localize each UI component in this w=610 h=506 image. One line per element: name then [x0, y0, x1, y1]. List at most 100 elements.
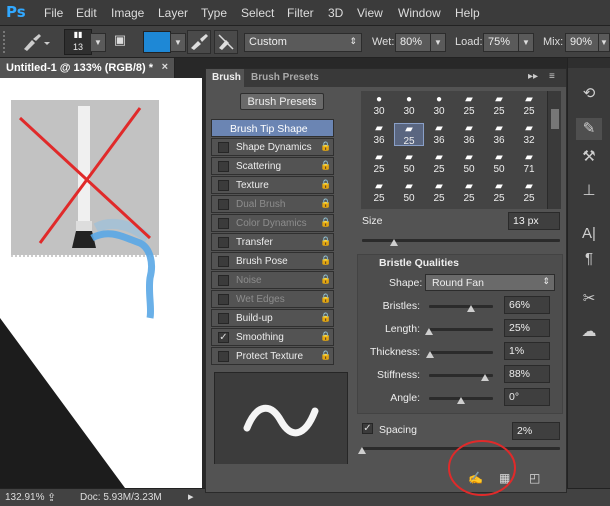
bristle-value-field[interactable]: 25%	[504, 319, 550, 337]
swatch-dropdown-arrow[interactable]: ▼	[170, 33, 186, 52]
clone-source-icon[interactable]: ⊥	[576, 180, 602, 202]
load-dropdown-arrow[interactable]: ▼	[518, 33, 534, 52]
menu-help[interactable]: Help	[455, 6, 480, 20]
brush-setting-scattering[interactable]: 🔒 Scattering	[211, 157, 334, 175]
bristle-slider-track[interactable]	[429, 351, 493, 354]
new-brush-icon[interactable]: ◰	[529, 471, 540, 485]
menu-file[interactable]: File	[44, 6, 63, 20]
brush-tip-cell[interactable]: ▰ 25	[514, 181, 544, 204]
menu-image[interactable]: Image	[111, 6, 144, 20]
menu-filter[interactable]: Filter	[287, 6, 314, 20]
wet-field[interactable]: 80%	[395, 33, 431, 52]
brush-tip-cell[interactable]: ▰ 36	[484, 123, 514, 146]
brush-tip-grid[interactable]: ● 30 ● 30 ● 30 ▰ 25 ▰ 25 ▰ 25 ▰ 36 ▰ 25 ▰ 36 ▰ 36 ▰ 36 ▰ 32 ▰ 25 ▰…	[361, 91, 561, 209]
lock-icon[interactable]: 🔒	[320, 312, 331, 324]
setting-checkbox[interactable]	[218, 218, 229, 229]
brush-tip-cell[interactable]: ▰ 50	[454, 152, 484, 175]
brush-tip-cell[interactable]: ▰ 50	[484, 152, 514, 175]
grid-scrollbar[interactable]	[547, 91, 561, 209]
bristle-slider-track[interactable]	[429, 328, 493, 331]
bristle-slider-thumb[interactable]	[425, 328, 433, 335]
setting-checkbox[interactable]	[218, 313, 229, 324]
mix-dropdown-arrow[interactable]: ▼	[598, 33, 610, 52]
bristle-slider-thumb[interactable]	[467, 305, 476, 312]
history-icon[interactable]: ⟲	[576, 83, 602, 105]
menu-layer[interactable]: Layer	[158, 6, 188, 20]
mixer-brush-tool-icon[interactable]	[20, 31, 50, 53]
brush-setting-dual-brush[interactable]: 🔒 Dual Brush	[211, 195, 334, 213]
mix-preset-select[interactable]: Custom ⇕	[244, 33, 362, 52]
brush-tip-cell[interactable]: ▰ 25	[514, 94, 544, 117]
lock-icon[interactable]: 🔒	[320, 331, 331, 343]
load-field[interactable]: 75%	[483, 33, 519, 52]
tab-brush[interactable]: Brush	[212, 72, 241, 83]
collapse-icon[interactable]: ▸▸	[528, 71, 538, 82]
status-menu-arrow-icon[interactable]: ▸	[188, 490, 194, 503]
brush-tip-cell[interactable]: ▰ 25	[454, 94, 484, 117]
brush-preset-dropdown-arrow[interactable]: ▼	[90, 33, 106, 52]
brush-tip-cell[interactable]: ▰ 71	[514, 152, 544, 175]
brush-tip-cell[interactable]: ▰ 25	[484, 181, 514, 204]
brush-setting-brush-pose[interactable]: 🔒 Brush Pose	[211, 252, 334, 270]
lock-icon[interactable]: 🔒	[320, 293, 331, 305]
setting-checkbox[interactable]: ✓	[218, 332, 229, 343]
bristle-slider-track[interactable]	[429, 305, 493, 308]
toggle-brush-panel-icon[interactable]: ▣	[110, 32, 130, 52]
paragraph-icon[interactable]: ¶	[576, 248, 602, 270]
brush-tip-cell[interactable]: ▰ 25	[424, 181, 454, 204]
brush-tip-cell[interactable]: ● 30	[394, 94, 424, 117]
adjustments-icon[interactable]: ⚒	[576, 146, 602, 168]
lock-icon[interactable]: 🔒	[320, 274, 331, 286]
character-icon[interactable]: A|	[576, 223, 602, 245]
bristle-slider-thumb[interactable]	[425, 351, 434, 358]
brush-tip-cell[interactable]: ▰ 36	[424, 123, 454, 146]
setting-checkbox[interactable]	[218, 161, 229, 172]
setting-checkbox[interactable]	[218, 237, 229, 248]
brush-tip-cell[interactable]: ▰ 25	[424, 152, 454, 175]
brush-tip-cell[interactable]: ● 30	[364, 94, 394, 117]
bristle-slider-thumb[interactable]	[457, 397, 465, 404]
setting-checkbox[interactable]	[218, 275, 229, 286]
load-brush-icon[interactable]	[187, 30, 211, 54]
brush-tip-cell[interactable]: ▰ 25	[394, 123, 424, 147]
document-tab[interactable]: Untitled-1 @ 133% (RGB/8) * ×	[0, 58, 175, 78]
setting-checkbox[interactable]	[218, 142, 229, 153]
lock-icon[interactable]: 🔒	[320, 217, 331, 229]
brush-tip-cell[interactable]: ▰ 50	[394, 181, 424, 204]
brush-setting-wet-edges[interactable]: 🔒 Wet Edges	[211, 290, 334, 308]
shape-select[interactable]: Round Fan ⇕	[425, 274, 555, 291]
panel-menu-icon[interactable]: ≡	[549, 71, 555, 82]
lock-icon[interactable]: 🔒	[320, 255, 331, 267]
size-field[interactable]: 13 px	[508, 212, 560, 230]
wet-dropdown-arrow[interactable]: ▼	[430, 33, 446, 52]
tools-icon[interactable]: ✂	[576, 288, 602, 310]
brush-tip-cell[interactable]: ▰ 25	[364, 181, 394, 204]
brush-tip-cell[interactable]: ● 30	[424, 94, 454, 117]
brush-setting-smoothing[interactable]: ✓ 🔒 Smoothing	[211, 328, 334, 346]
brush-setting-color-dynamics[interactable]: 🔒 Color Dynamics	[211, 214, 334, 232]
menu-edit[interactable]: Edit	[76, 6, 97, 20]
setting-checkbox[interactable]	[218, 256, 229, 267]
menu-view[interactable]: View	[357, 6, 383, 20]
tab-brush-presets[interactable]: Brush Presets	[251, 72, 319, 83]
size-slider-thumb[interactable]	[389, 239, 398, 246]
libraries-icon[interactable]: ☁	[576, 321, 602, 343]
lock-icon[interactable]: 🔒	[320, 160, 331, 172]
brush-setting-texture[interactable]: 🔒 Texture	[211, 176, 334, 194]
grid-scroll-thumb[interactable]	[551, 109, 559, 129]
brush-tip-cell[interactable]: ▰ 50	[394, 152, 424, 175]
brush-setting-brush-tip-shape[interactable]: Brush Tip Shape	[211, 119, 334, 137]
brush-preset-picker[interactable]: ▮▮ 13	[64, 29, 92, 55]
menu-3d[interactable]: 3D	[328, 6, 343, 20]
lock-icon[interactable]: 🔒	[320, 198, 331, 210]
setting-checkbox[interactable]	[218, 351, 229, 362]
brush-setting-noise[interactable]: 🔒 Noise	[211, 271, 334, 289]
brush-tip-cell[interactable]: ▰ 25	[364, 152, 394, 175]
brush-tip-cell[interactable]: ▰ 25	[454, 181, 484, 204]
spacing-checkbox[interactable]: ✓	[362, 423, 373, 434]
close-icon[interactable]: ×	[162, 61, 168, 73]
brush-presets-button[interactable]: Brush Presets	[240, 93, 324, 110]
brush-setting-protect-texture[interactable]: 🔒 Protect Texture	[211, 347, 334, 365]
document-canvas-area[interactable]	[0, 78, 202, 488]
brush-tip-cell[interactable]: ▰ 25	[484, 94, 514, 117]
